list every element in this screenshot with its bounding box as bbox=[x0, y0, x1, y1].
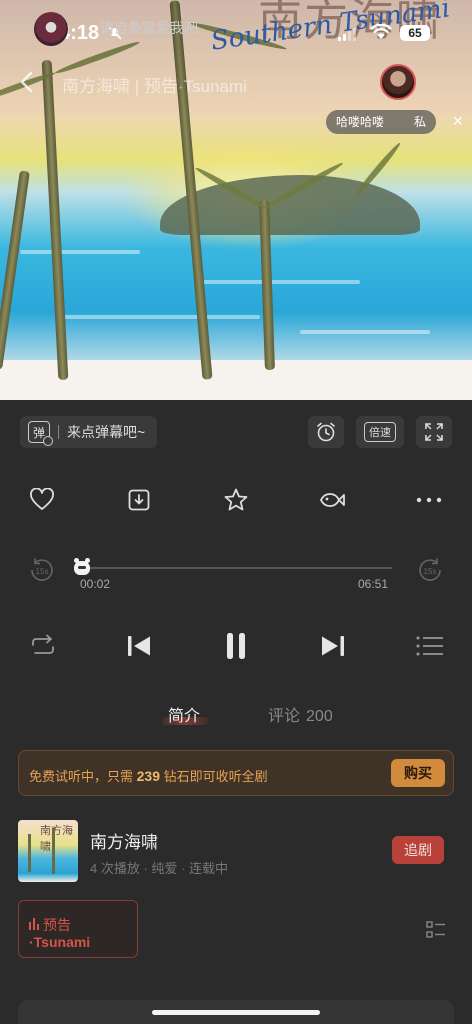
tab-intro[interactable]: 简介 bbox=[168, 702, 200, 726]
chat-message: 哈喽哈喽 bbox=[336, 115, 385, 129]
skip-previous-icon bbox=[128, 636, 150, 656]
previous-button[interactable] bbox=[124, 626, 154, 666]
tab-comments-count: 200 bbox=[306, 708, 333, 725]
comment-more-icon[interactable]: · · · bbox=[346, 8, 349, 28]
episode-title-line2: ·Tsunami bbox=[29, 934, 91, 950]
cover-sea-streak bbox=[20, 250, 140, 254]
page-title: 南方海啸 | 预告·Tsunami bbox=[62, 77, 247, 96]
wifi-icon bbox=[370, 24, 392, 39]
danmu-input[interactable]: 弹 来点弹幕吧~ bbox=[20, 416, 158, 448]
status-bar: 14:18 65 bbox=[0, 0, 472, 60]
progress-area: 15s 15s bbox=[0, 552, 472, 592]
tab-comments-label: 评论 bbox=[268, 708, 301, 725]
trial-prefix: 免费试听中，只需 bbox=[29, 769, 134, 784]
playlist-icon bbox=[416, 636, 443, 656]
progress-track[interactable] bbox=[80, 567, 392, 569]
tab-comments[interactable]: 评论 200 bbox=[268, 702, 333, 726]
danmu-settings-icon[interactable]: 弹 bbox=[28, 421, 53, 446]
danmu-placeholder: 来点弹幕吧~ bbox=[67, 424, 146, 440]
skip-next-icon bbox=[322, 636, 344, 656]
episode-title-line1: 预告 bbox=[29, 915, 71, 935]
sleep-timer-button[interactable] bbox=[308, 416, 344, 448]
repeat-icon bbox=[32, 634, 54, 654]
comment-prompt: 请自备富爱我吧 bbox=[100, 20, 198, 36]
trial-suffix: 钻石即可收听全剧 bbox=[163, 769, 268, 784]
cover-beach bbox=[0, 360, 472, 400]
danmu-toolbar: 弹 来点弹幕吧~ 倍速 bbox=[0, 412, 472, 452]
cover-artwork[interactable]: 南方海啸 Southern Tsunami bbox=[0, 0, 472, 400]
signal-icon bbox=[338, 28, 356, 41]
trial-price: 239 bbox=[136, 768, 160, 784]
chat-private-label: 私 bbox=[414, 115, 427, 129]
top-navigation: 南方海啸 | 预告·Tsunami bbox=[0, 62, 472, 102]
thumbnail-title: 南方海啸 bbox=[40, 824, 73, 853]
show-title[interactable]: 南方海啸 bbox=[90, 828, 158, 853]
danmu-divider bbox=[58, 425, 59, 439]
forward-label: 15s bbox=[424, 567, 437, 576]
next-button[interactable] bbox=[318, 626, 348, 666]
episode-card[interactable]: 预告 ·Tsunami bbox=[18, 900, 138, 958]
forward-15s-icon[interactable]: 15s bbox=[416, 556, 444, 584]
download-icon bbox=[128, 489, 150, 511]
more-dots-icon bbox=[416, 497, 442, 503]
progress-thumb-bear-icon[interactable] bbox=[73, 558, 90, 575]
current-time: 00:02 bbox=[80, 577, 111, 591]
thumbnail-palm bbox=[52, 828, 55, 874]
show-meta: 4 次播放 · 纯爱 · 连载中 bbox=[90, 861, 228, 876]
cover-sea-streak bbox=[300, 330, 430, 334]
rewind-label: 15s bbox=[36, 567, 49, 576]
playlist-button[interactable] bbox=[414, 626, 446, 666]
playback-controls bbox=[0, 626, 472, 666]
repeat-button[interactable] bbox=[28, 626, 58, 666]
cover-sea-streak bbox=[60, 315, 260, 319]
user-avatar[interactable] bbox=[34, 12, 68, 46]
pause-icon bbox=[227, 633, 245, 659]
fish-icon bbox=[319, 493, 345, 507]
now-playing-bars-icon bbox=[29, 918, 39, 930]
palm-trunk bbox=[0, 170, 30, 370]
action-bar bbox=[0, 482, 472, 518]
cover-sea-streak bbox=[200, 280, 360, 284]
chat-close-icon[interactable]: ✕ bbox=[452, 114, 466, 128]
playback-speed-label: 倍速 bbox=[364, 422, 396, 442]
playback-speed-button[interactable]: 倍速 bbox=[356, 416, 404, 448]
show-info: 南方海啸 南方海啸 4 次播放 · 纯爱 · 连载中 追剧 bbox=[18, 820, 454, 884]
like-button[interactable] bbox=[28, 486, 56, 514]
heart-icon bbox=[30, 488, 54, 510]
content-tabs: 简介 评论 200 bbox=[0, 700, 472, 730]
host-avatar[interactable] bbox=[380, 64, 416, 100]
fullscreen-button[interactable] bbox=[416, 416, 452, 448]
trial-banner: 免费试听中，只需 239 钻石即可收听全剧 购买 bbox=[18, 750, 454, 796]
episode-list-icon[interactable] bbox=[426, 920, 446, 940]
feed-fish-button[interactable] bbox=[318, 486, 346, 514]
back-arrow-icon[interactable] bbox=[16, 70, 38, 94]
thumbnail-palm bbox=[28, 834, 31, 872]
alarm-clock-icon bbox=[317, 422, 335, 442]
pause-button[interactable] bbox=[222, 626, 250, 666]
battery-indicator: 65 bbox=[400, 25, 430, 41]
episode-label: 预告 bbox=[43, 917, 71, 933]
more-options-button[interactable] bbox=[415, 486, 443, 514]
live-chat-bubble[interactable]: 哈喽哈喽 私 bbox=[326, 110, 437, 134]
buy-button[interactable]: 购买 bbox=[391, 759, 445, 787]
show-thumbnail[interactable]: 南方海啸 bbox=[18, 820, 78, 882]
rewind-15s-icon[interactable]: 15s bbox=[28, 556, 56, 584]
total-time: 06:51 bbox=[358, 577, 389, 591]
download-button[interactable] bbox=[125, 486, 153, 514]
favorite-button[interactable] bbox=[222, 486, 250, 514]
home-indicator bbox=[152, 1010, 320, 1015]
trial-message: 免费试听中，只需 239 钻石即可收听全剧 bbox=[29, 766, 268, 785]
fullscreen-icon bbox=[425, 423, 443, 441]
star-icon bbox=[224, 488, 248, 511]
follow-series-button[interactable]: 追剧 bbox=[392, 836, 444, 864]
